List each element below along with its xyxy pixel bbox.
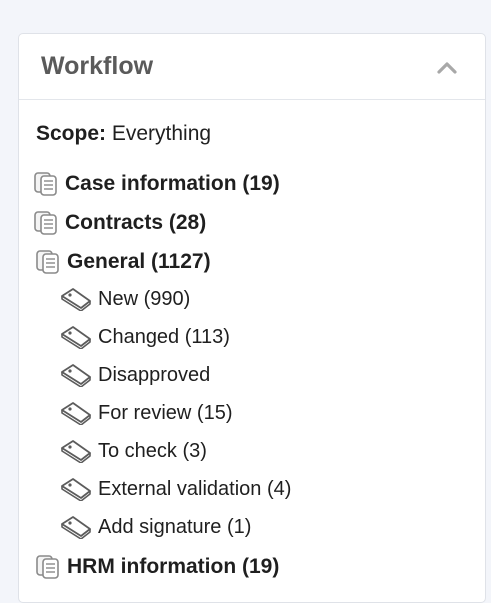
documents-icon [32,171,60,197]
tree-subitem-add-signature[interactable]: Add signature (1) [59,515,251,539]
documents-icon [34,554,62,580]
documents-icon [32,210,60,236]
tree-subitem-label: External validation (4) [98,477,292,500]
tree-item-general[interactable]: General (1127) [34,249,211,275]
tree-subitem-changed[interactable]: Changed (113) [59,325,230,349]
tree-subitem-external-validation[interactable]: External validation (4) [59,477,291,501]
tree-subitem-label: To check (3) [98,439,207,462]
tree-subitem-label: New (990) [98,287,191,310]
tree-subitem-label: Add signature (1) [98,515,252,538]
tag-icon [59,325,93,349]
tree-subitem-label: Changed (113) [98,325,230,348]
workflow-panel: Workflow Scope: Everything Case informat… [18,33,486,603]
tree-item-label: General (1127) [67,250,211,273]
tag-icon [59,515,93,539]
panel-title: Workflow [41,52,154,80]
tree-subitem-label: Disapproved [98,363,211,386]
tree-item-contracts[interactable]: Contracts (28) [32,210,206,236]
tree-item-label: HRM information (19) [67,555,280,578]
tag-icon [59,401,93,425]
tree-subitem-for-review[interactable]: For review (15) [59,401,232,425]
scope-line: Scope: Everything [36,122,211,146]
scope-label: Scope: [36,122,107,145]
tag-icon [59,287,93,311]
tree-item-label: Case information (19) [65,172,280,195]
collapse-button[interactable] [431,53,463,81]
chevron-up-icon [437,61,457,74]
tree-item-case-information[interactable]: Case information (19) [32,171,280,197]
tree-subitem-new[interactable]: New (990) [59,287,190,311]
scope-value: Everything [111,122,212,145]
tree-subitem-disapproved[interactable]: Disapproved [59,363,210,387]
tag-icon [59,477,93,501]
tag-icon [59,363,93,387]
tag-icon [59,439,93,463]
tree-item-hrm-information[interactable]: HRM information (19) [34,554,279,580]
tree-subitem-label: For review (15) [98,401,233,424]
tree-item-label: Contracts (28) [65,211,207,234]
panel-header[interactable]: Workflow [19,34,485,100]
tree-subitem-to-check[interactable]: To check (3) [59,439,207,463]
documents-icon [34,249,62,275]
